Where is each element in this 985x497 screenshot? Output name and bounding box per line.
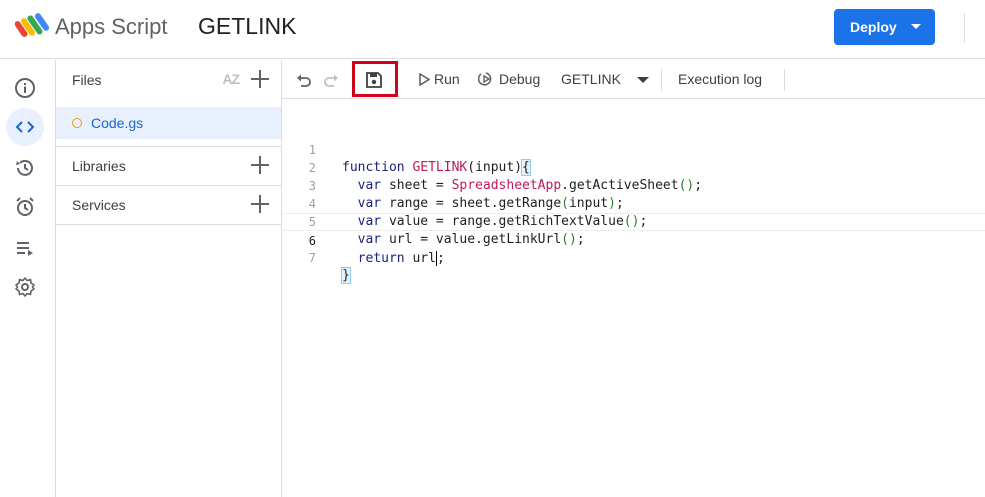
executions-icon[interactable] [6,229,44,267]
code-line[interactable]: 7 } [282,231,985,284]
apps-script-logo[interactable] [15,12,49,40]
code-line[interactable]: 3 var range = sheet.getRange(input); [282,159,985,211]
run-button[interactable]: Run [434,71,460,87]
top-bar: Apps Script GETLINK Deploy [0,0,985,59]
execution-log-button[interactable]: Execution log [678,71,762,87]
code-line[interactable]: 5 var url = value.getLinkUrl(); [282,195,985,247]
add-file-icon[interactable] [251,70,269,88]
services-row[interactable]: Services [56,185,281,224]
save-icon[interactable] [362,68,386,92]
code-line[interactable]: 2 var sheet = SpreadsheetApp.getActiveSh… [282,141,985,193]
code-icon[interactable] [6,108,44,146]
file-name: Code.gs [91,115,144,131]
libraries-label: Libraries [72,157,126,174]
chevron-down-icon[interactable] [637,77,649,83]
file-item-code-gs[interactable]: Code.gs [56,107,281,139]
deploy-button[interactable]: Deploy [834,9,935,45]
files-header: Files AZ [56,60,281,99]
files-label: Files [72,71,102,88]
code-line-current[interactable]: 6 return url; [282,213,985,266]
alarm-icon[interactable] [6,188,44,226]
undo-icon[interactable] [292,68,316,92]
history-icon[interactable] [6,149,44,187]
nav-rail [0,60,56,497]
divider [784,69,785,91]
divider [661,69,662,91]
project-title[interactable]: GETLINK [198,13,296,40]
info-icon[interactable] [6,69,44,107]
files-panel: Files AZ Code.gs Libraries Services [56,60,282,497]
libraries-row[interactable]: Libraries [56,146,281,185]
app-name: Apps Script [55,14,168,39]
add-library-icon[interactable] [251,156,269,174]
gear-icon[interactable] [6,268,44,306]
run-icon[interactable] [418,73,430,86]
debug-icon[interactable] [478,71,494,87]
divider [964,13,965,43]
line-number: 7 [308,251,316,265]
editor-toolbar: Run Debug GETLINK Execution log [282,60,985,99]
code-line[interactable]: 4 var value = range.getRichTextValue(); [282,177,985,229]
function-select[interactable]: GETLINK [561,71,621,87]
code-line[interactable]: 1 function GETLINK(input){ [282,123,985,176]
add-service-icon[interactable] [251,195,269,213]
deploy-label: Deploy [850,19,897,35]
sort-az-icon[interactable]: AZ [222,71,240,87]
redo-icon[interactable] [319,68,343,92]
caret-down-icon[interactable] [911,24,921,29]
unsaved-dot-icon [72,118,82,128]
code-editor[interactable]: 1 function GETLINK(input){ 2 var sheet =… [282,100,985,497]
divider [56,224,281,225]
text-cursor [435,251,437,266]
services-label: Services [72,196,126,213]
code-text: } [341,267,351,284]
debug-button[interactable]: Debug [499,71,540,87]
code-text: return url; [357,251,445,266]
